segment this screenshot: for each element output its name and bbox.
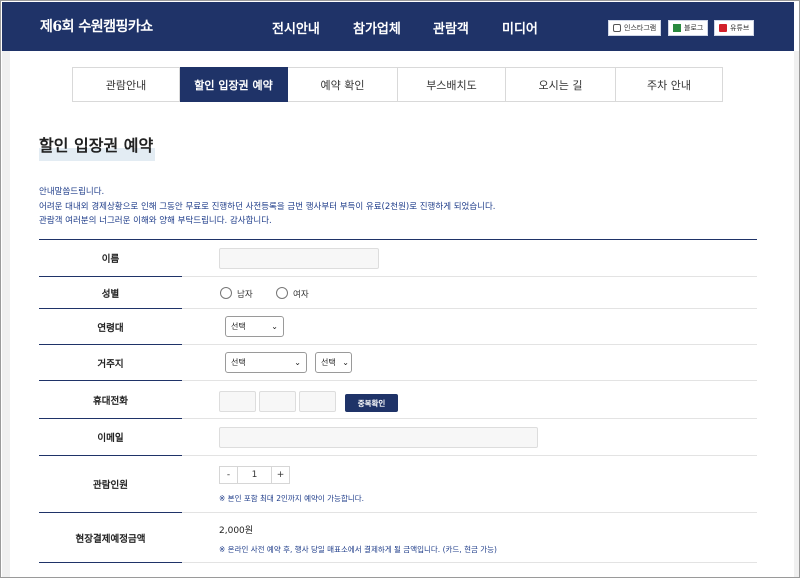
phone-input-3[interactable]: [299, 391, 336, 412]
instagram-label: 인스타그램: [624, 24, 657, 32]
blog-icon: [673, 24, 681, 32]
age-select[interactable]: 선택 ⌄: [225, 316, 284, 337]
row-payment: 현장결제예정금액 2,000원 ※ 온라인 사전 예약 후, 행사 당일 매표소…: [39, 513, 757, 563]
notice-text: 안내말씀드립니다. 어려운 대내외 경제상황으로 인해 그동안 무료로 진행하던…: [39, 185, 496, 229]
blog-label: 블로그: [684, 24, 704, 32]
site-header: 제6회 수원캠핑카쇼 전시안내 참가업체 관람객 미디어 인스타그램 블로그 유…: [2, 2, 794, 51]
visitors-count[interactable]: 1: [238, 466, 271, 484]
page-title: 할인 입장권 예약: [39, 132, 156, 161]
address-district-value: 선택: [321, 358, 336, 367]
notice-line: 안내말씀드립니다.: [39, 187, 105, 197]
email-label: 이메일: [97, 433, 124, 444]
row-name: 이름: [39, 240, 757, 277]
browser-frame: 제6회 수원캠핑카쇼 전시안내 참가업체 관람객 미디어 인스타그램 블로그 유…: [0, 0, 800, 578]
chevron-down-icon: ⌄: [294, 358, 301, 367]
chevron-down-icon: ⌄: [271, 322, 278, 331]
address-district-select[interactable]: 선택 ⌄: [315, 352, 352, 373]
visitors-label: 관람인원: [93, 480, 128, 491]
blog-link[interactable]: 블로그: [668, 20, 709, 36]
left-gutter: [2, 51, 10, 577]
gender-male-radio[interactable]: [220, 287, 232, 299]
tab-discount-ticket[interactable]: 할인 입장권 예약: [180, 67, 288, 102]
row-gender: 성별 남자 여자: [39, 277, 757, 309]
phone-input-1[interactable]: [219, 391, 256, 412]
row-visitors: 관람인원 - 1 + ※ 본인 포함 최대 2인까지 예약이 가능합니다.: [39, 456, 757, 513]
right-gutter: [794, 51, 799, 577]
gender-female-radio[interactable]: [276, 287, 288, 299]
payment-amount: 2,000원: [219, 526, 254, 536]
tab-label: 주차 안내: [647, 78, 691, 92]
tab-booth-map[interactable]: 부스배치도: [398, 67, 506, 102]
reservation-form: 이름 성별 남자 여자 연령대 선택 ⌄ 거주지 선택 ⌄ 선택 ⌄ 휴대전화 …: [39, 239, 757, 563]
youtube-link[interactable]: 유튜브: [714, 20, 755, 36]
site-logo[interactable]: 제6회 수원캠핑카쇼: [40, 16, 153, 36]
tab-label: 관람안내: [105, 78, 147, 92]
row-email: 이메일: [39, 419, 757, 456]
duplicate-check-button[interactable]: 중복확인: [345, 394, 398, 412]
nav-item-media[interactable]: 미디어: [502, 18, 538, 37]
phone-input-2[interactable]: [259, 391, 296, 412]
youtube-icon: [719, 24, 727, 32]
visitors-minus-button[interactable]: -: [219, 466, 238, 484]
gender-label: 성별: [101, 288, 120, 300]
tab-label: 할인 입장권 예약: [194, 78, 273, 92]
instagram-link[interactable]: 인스타그램: [608, 20, 662, 36]
nav-item-exhibition[interactable]: 전시안내: [272, 18, 320, 37]
nav-item-exhibitors[interactable]: 참가업체: [353, 18, 401, 37]
payment-note: ※ 온라인 사전 예약 후, 행사 당일 매표소에서 결제하게 될 금액입니다.…: [219, 545, 497, 554]
nav-item-visitors[interactable]: 관람객: [433, 18, 469, 37]
visitors-plus-button[interactable]: +: [271, 466, 290, 484]
row-address: 거주지 선택 ⌄ 선택 ⌄: [39, 345, 757, 381]
address-city-select[interactable]: 선택 ⌄: [225, 352, 307, 373]
address-label: 거주지: [97, 358, 124, 370]
tab-label: 오시는 길: [538, 78, 583, 92]
payment-label: 현장결제예정금액: [75, 533, 146, 545]
tab-reservation-check[interactable]: 예약 확인: [288, 67, 398, 102]
visitors-note: ※ 본인 포함 최대 2인까지 예약이 가능합니다.: [219, 494, 365, 503]
instagram-icon: [613, 24, 621, 32]
tab-label: 부스배치도: [426, 78, 477, 92]
phone-label: 휴대전화: [93, 395, 128, 407]
address-city-value: 선택: [231, 358, 246, 367]
gender-female-label: 여자: [293, 290, 309, 300]
tab-parking[interactable]: 주차 안내: [616, 67, 723, 102]
sub-tabs: 관람안내 할인 입장권 예약 예약 확인 부스배치도 오시는 길 주차 안내: [72, 67, 723, 102]
notice-line: 관람객 여러분의 너그러운 이해와 양해 부탁드립니다. 감사합니다.: [39, 216, 272, 226]
tab-label: 예약 확인: [320, 78, 365, 92]
notice-line: 어려운 대내외 경제상황으로 인해 그동안 무료로 진행하던 사전등록을 금번 …: [39, 201, 496, 212]
youtube-label: 유튜브: [730, 24, 750, 32]
tab-visit-info[interactable]: 관람안내: [72, 67, 180, 102]
age-label: 연령대: [97, 322, 124, 334]
email-input[interactable]: [219, 427, 538, 448]
row-age: 연령대 선택 ⌄: [39, 309, 757, 345]
age-select-value: 선택: [231, 322, 246, 331]
chevron-down-icon: ⌄: [342, 358, 349, 367]
name-label: 이름: [101, 254, 120, 265]
row-phone: 휴대전화 중복확인: [39, 381, 757, 419]
tab-directions[interactable]: 오시는 길: [506, 67, 616, 102]
gender-male-label: 남자: [237, 290, 253, 300]
name-input[interactable]: [219, 248, 379, 269]
